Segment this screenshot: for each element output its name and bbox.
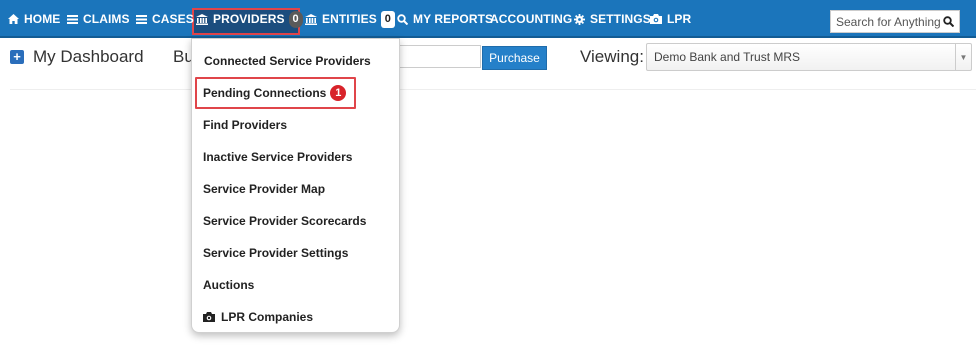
menu-item-service-provider-map[interactable]: Service Provider Map [203, 180, 325, 198]
menu-item-service-provider-settings[interactable]: Service Provider Settings [203, 244, 348, 262]
providers-count-badge: 0 [288, 10, 303, 28]
nav-cases-label: CASES [152, 12, 194, 26]
menu-item-label: Service Provider Settings [203, 246, 349, 260]
bu-input[interactable] [392, 45, 481, 68]
nav-accounting[interactable]: ACCOUNTING [490, 0, 572, 38]
nav-settings[interactable]: SETTINGS [574, 0, 651, 38]
list-icon [67, 14, 78, 24]
global-search-input[interactable]: Search for Anything [830, 10, 960, 33]
menu-item-label: LPR Companies [221, 310, 314, 324]
menu-item-lpr-companies[interactable]: LPR Companies [203, 308, 313, 326]
nav-my-reports-label: MY REPORTS [413, 12, 494, 26]
home-icon [8, 14, 19, 24]
nav-claims-label: CLAIMS [83, 12, 130, 26]
nav-lpr-label: LPR [667, 12, 692, 26]
nav-home[interactable]: HOME [8, 0, 60, 38]
chevron-down-icon[interactable]: ▼ [955, 44, 971, 70]
camera-icon [203, 312, 215, 322]
search-icon [397, 13, 408, 25]
page-title: + My Dashboard [10, 46, 144, 68]
nav-providers-label: PROVIDERS [213, 12, 285, 26]
purchase-button[interactable]: Purchase [482, 46, 547, 70]
menu-item-pending-connections[interactable]: Pending Connections 1 [203, 84, 347, 102]
nav-cases[interactable]: CASES [136, 0, 194, 38]
nav-settings-label: SETTINGS [590, 12, 651, 26]
entities-count-badge: 0 [380, 10, 395, 28]
viewing-select[interactable]: Demo Bank and Trust MRS ▼ [646, 43, 972, 71]
top-navbar: HOME CLAIMS CASES PROVIDERS 0 ENTITIES 0… [0, 0, 976, 38]
nav-lpr[interactable]: LPR [650, 0, 691, 38]
menu-item-label: Auctions [203, 278, 255, 292]
nav-providers[interactable]: PROVIDERS 0 [196, 0, 303, 38]
menu-item-label: Service Provider Map [203, 182, 326, 196]
viewing-label: Viewing: [580, 47, 644, 66]
menu-item-find-providers[interactable]: Find Providers [203, 116, 287, 134]
menu-item-label: Pending Connections [203, 86, 327, 100]
menu-item-service-provider-scorecards[interactable]: Service Provider Scorecards [203, 212, 366, 230]
menu-item-label: Service Provider Scorecards [203, 214, 367, 228]
nav-home-label: HOME [24, 12, 61, 26]
plus-icon[interactable]: + [10, 50, 24, 64]
nav-claims[interactable]: CLAIMS [67, 0, 130, 38]
nav-my-reports[interactable]: MY REPORTS [397, 0, 493, 38]
menu-item-label: Find Providers [203, 118, 288, 132]
menu-item-connected-service-providers[interactable]: Connected Service Providers [204, 52, 371, 70]
menu-item-inactive-service-providers[interactable]: Inactive Service Providers [203, 148, 352, 166]
bank-icon [305, 13, 317, 25]
search-placeholder: Search for Anything [836, 14, 941, 29]
search-icon[interactable] [943, 16, 954, 27]
list-icon [136, 14, 147, 24]
pending-count-badge: 1 [330, 85, 347, 101]
viewing-select-value: Demo Bank and Trust MRS [654, 50, 801, 64]
gear-icon [574, 13, 585, 25]
menu-item-label: Connected Service Providers [204, 54, 371, 68]
nav-entities[interactable]: ENTITIES 0 [305, 0, 395, 38]
page-title-label: My Dashboard [33, 47, 144, 66]
bank-icon [196, 13, 208, 25]
menu-item-auctions[interactable]: Auctions [203, 276, 254, 294]
menu-item-label: Inactive Service Providers [203, 150, 353, 164]
nav-accounting-label: ACCOUNTING [490, 12, 573, 26]
header-divider [10, 89, 976, 90]
camera-icon [650, 14, 662, 24]
nav-entities-label: ENTITIES [322, 12, 377, 26]
